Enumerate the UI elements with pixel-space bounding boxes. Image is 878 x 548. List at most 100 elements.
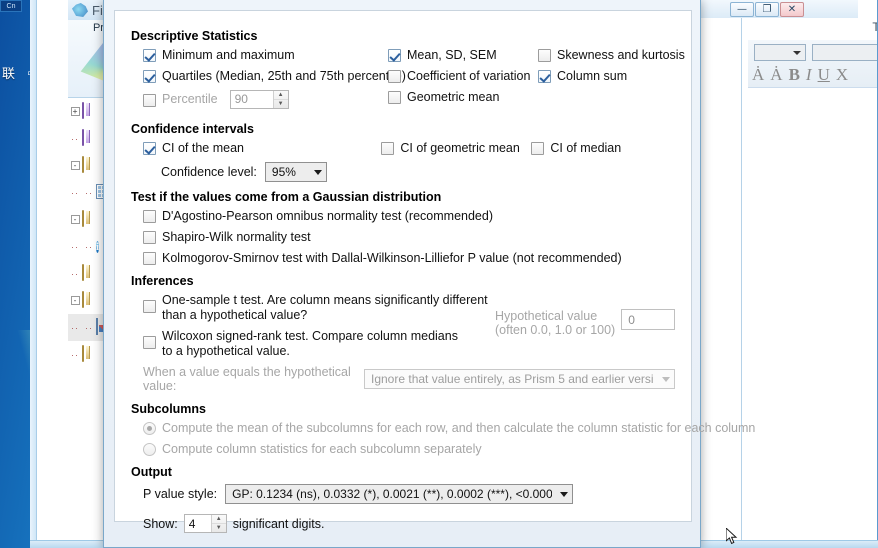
expand-icon[interactable]: + <box>68 107 82 116</box>
label-ci-of-the-mean: CI of the mean <box>162 141 244 155</box>
checkbox-ci-of-median[interactable] <box>531 142 545 155</box>
label-minimum-and-maximum: Minimum and maximum <box>162 48 295 62</box>
checkbox-ci-of-the-mean[interactable] <box>143 142 156 155</box>
confidence-options-grid: CI of the mean CI of geometric mean CI o… <box>131 141 675 162</box>
descriptive-column-3: Skewness and kurtosis Column sum <box>526 48 685 115</box>
tree-dots-icon: ·· <box>71 268 79 279</box>
spinner-down-icon[interactable]: ▼ <box>212 524 226 532</box>
option-kolmogorov-smirnov[interactable]: Kolmogorov-Smirnov test with Dallal-Wilk… <box>131 251 675 266</box>
label-wilcoxon-signed-rank: Wilcoxon signed-rank test. Compare colum… <box>162 329 458 359</box>
checkbox-quartiles[interactable] <box>143 70 156 83</box>
radio-subcolumn-separate[interactable] <box>143 443 156 456</box>
label-quartiles: Quartiles (Median, 25th and 75th percent… <box>162 69 406 83</box>
expander-glyph[interactable]: + <box>70 107 80 116</box>
spinner-up-icon[interactable]: ▲ <box>211 515 226 524</box>
spinner-up-icon[interactable]: ▲ <box>273 91 288 100</box>
section-title-gaussian: Test if the values come from a Gaussian … <box>131 190 442 204</box>
checkbox-column-sum[interactable] <box>538 70 551 83</box>
minimize-button[interactable]: — <box>730 2 754 17</box>
section-title-descriptive-statistics: Descriptive Statistics <box>131 29 258 43</box>
significant-digits-value[interactable]: 4 <box>184 515 211 532</box>
font-size-combo[interactable] <box>754 44 806 61</box>
percentile-value[interactable]: 90 <box>230 91 273 108</box>
radio-subcolumn-mean[interactable] <box>143 422 156 435</box>
option-skewness-and-kurtosis[interactable]: Skewness and kurtosis <box>526 48 685 63</box>
option-ci-of-geometric-mean[interactable]: CI of geometric mean <box>369 141 520 156</box>
option-ci-of-median[interactable]: CI of median <box>519 141 675 156</box>
checkbox-minimum-and-maximum[interactable] <box>143 49 156 62</box>
option-coefficient-of-variation[interactable]: Coefficient of variation <box>376 69 530 84</box>
checkbox-mean-sd-sem[interactable] <box>388 49 401 62</box>
spinner-down-icon[interactable]: ▼ <box>274 100 288 108</box>
option-subcolumn-mean[interactable]: Compute the mean of the subcolumns for e… <box>131 421 755 436</box>
collapse-icon[interactable]: - <box>68 215 82 224</box>
tree-connector: ·· <box>68 323 82 333</box>
hypothetical-value-input[interactable]: 0 <box>621 309 675 330</box>
checkbox-dagostino-pearson[interactable] <box>143 210 156 223</box>
expander-glyph[interactable]: - <box>70 296 80 305</box>
font-name-field[interactable] <box>812 44 877 61</box>
tree-connector: ·· <box>68 188 82 198</box>
chevron-down-icon <box>560 491 569 497</box>
folder-yellow-icon <box>82 291 100 309</box>
section-title-confidence-intervals: Confidence intervals <box>131 122 254 136</box>
option-quartiles[interactable]: Quartiles (Median, 25th and 75th percent… <box>131 69 406 84</box>
folder-yellow-icon <box>82 345 100 363</box>
underline-icon[interactable]: U <box>818 65 830 85</box>
checkbox-skewness-and-kurtosis[interactable] <box>538 49 551 62</box>
option-subcolumn-separate[interactable]: Compute column statistics for each subco… <box>131 442 675 457</box>
option-one-sample-t-test[interactable]: One-sample t test. Are column means sign… <box>131 293 495 323</box>
label-column-sum: Column sum <box>557 69 628 83</box>
checkbox-percentile[interactable] <box>143 93 156 107</box>
tree-dots-icon: ·· <box>71 349 79 360</box>
option-shapiro-wilk[interactable]: Shapiro-Wilk normality test <box>131 230 675 245</box>
collapse-icon[interactable]: - <box>68 296 82 305</box>
restore-button[interactable]: ❐ <box>755 2 779 17</box>
significant-digits-spin-buttons[interactable]: ▲ ▼ <box>210 515 226 532</box>
label-ci-of-geometric-mean: CI of geometric mean <box>400 141 520 155</box>
equals-hypothetical-combo[interactable]: Ignore that value entirely, as Prism 5 a… <box>364 369 675 389</box>
p-value-style-combo[interactable]: GP: 0.1234 (ns), 0.0332 (*), 0.0021 (**)… <box>225 484 574 504</box>
confidence-column-2: CI of geometric mean <box>369 141 520 162</box>
confidence-level-combo[interactable]: 95% <box>264 162 327 182</box>
option-dagostino-pearson[interactable]: D'Agostino-Pearson omnibus normality tes… <box>131 209 675 224</box>
significant-digits-spinner[interactable]: 4 ▲ ▼ <box>183 514 227 533</box>
decrease-font-icon[interactable]: Ȧ <box>770 65 782 85</box>
italic-icon[interactable]: I <box>806 65 812 85</box>
option-ci-of-the-mean[interactable]: CI of the mean <box>131 141 369 156</box>
expander-glyph[interactable]: - <box>70 215 80 224</box>
percentile-spinner[interactable]: 90 ▲ ▼ <box>229 90 289 109</box>
option-column-sum[interactable]: Column sum <box>526 69 685 84</box>
strikethrough-icon[interactable]: X <box>836 65 848 85</box>
option-percentile[interactable]: Percentile 90 ▲ ▼ <box>131 90 376 109</box>
percentile-spin-buttons[interactable]: ▲ ▼ <box>272 91 288 108</box>
bold-icon[interactable]: B <box>789 65 800 85</box>
checkbox-ci-of-geometric-mean[interactable] <box>381 142 395 155</box>
chevron-down-icon <box>313 169 322 175</box>
checkbox-kolmogorov-smirnov[interactable] <box>143 252 156 265</box>
option-mean-sd-sem[interactable]: Mean, SD, SEM <box>376 48 526 63</box>
folder-yellow-icon <box>82 264 100 282</box>
checkbox-geometric-mean[interactable] <box>388 91 401 104</box>
checkbox-shapiro-wilk[interactable] <box>143 231 156 244</box>
tree-dots-icon: ·· <box>71 187 79 198</box>
close-button[interactable]: ✕ <box>780 2 804 17</box>
collapse-icon[interactable]: - <box>68 161 82 170</box>
tree-connector: ·· <box>68 269 82 279</box>
expander-glyph[interactable]: - <box>70 161 80 170</box>
text-tab-label[interactable]: Tex <box>872 20 877 34</box>
option-minimum-and-maximum[interactable]: Minimum and maximum <box>131 48 376 63</box>
option-geometric-mean[interactable]: Geometric mean <box>376 90 526 105</box>
section-title-output: Output <box>131 465 172 479</box>
analysis-parameters-dialog: Descriptive Statistics Minimum and maxim… <box>103 0 755 548</box>
hypothetical-label-line2: (often 0.0, 1.0 or 100) <box>495 323 616 337</box>
confidence-column-3: CI of median <box>519 141 675 162</box>
label-wilcoxon-line2: to a hypothetical value. <box>162 344 290 358</box>
label-one-sample-t-test: One-sample t test. Are column means sign… <box>162 293 488 323</box>
checkbox-one-sample-t-test[interactable] <box>143 300 156 313</box>
checkbox-wilcoxon-signed-rank[interactable] <box>143 336 156 349</box>
increase-font-icon[interactable]: Ȧ <box>752 65 764 85</box>
label-coefficient-of-variation: Coefficient of variation <box>407 69 531 83</box>
checkbox-coefficient-of-variation[interactable] <box>388 70 401 83</box>
option-wilcoxon-signed-rank[interactable]: Wilcoxon signed-rank test. Compare colum… <box>131 329 495 359</box>
